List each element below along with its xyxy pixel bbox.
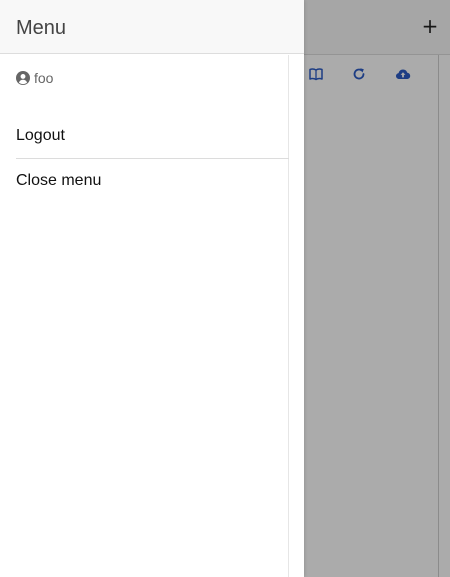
drawer-title: Menu — [16, 17, 67, 39]
close-menu-item[interactable]: Close menu — [16, 159, 289, 203]
drawer-body: foo Logout Close menu — [0, 55, 289, 577]
user-info: foo — [16, 69, 53, 87]
username-label: foo — [34, 70, 54, 86]
user-circle-icon — [16, 71, 30, 85]
app-root: + Menu foo Logout Close menu — [0, 0, 450, 577]
logout-menu-item[interactable]: Logout — [16, 114, 289, 159]
drawer-scroll-gutter — [289, 55, 304, 577]
side-menu-drawer: Menu foo Logout Close menu — [0, 0, 304, 577]
drawer-header: Menu — [0, 0, 304, 54]
